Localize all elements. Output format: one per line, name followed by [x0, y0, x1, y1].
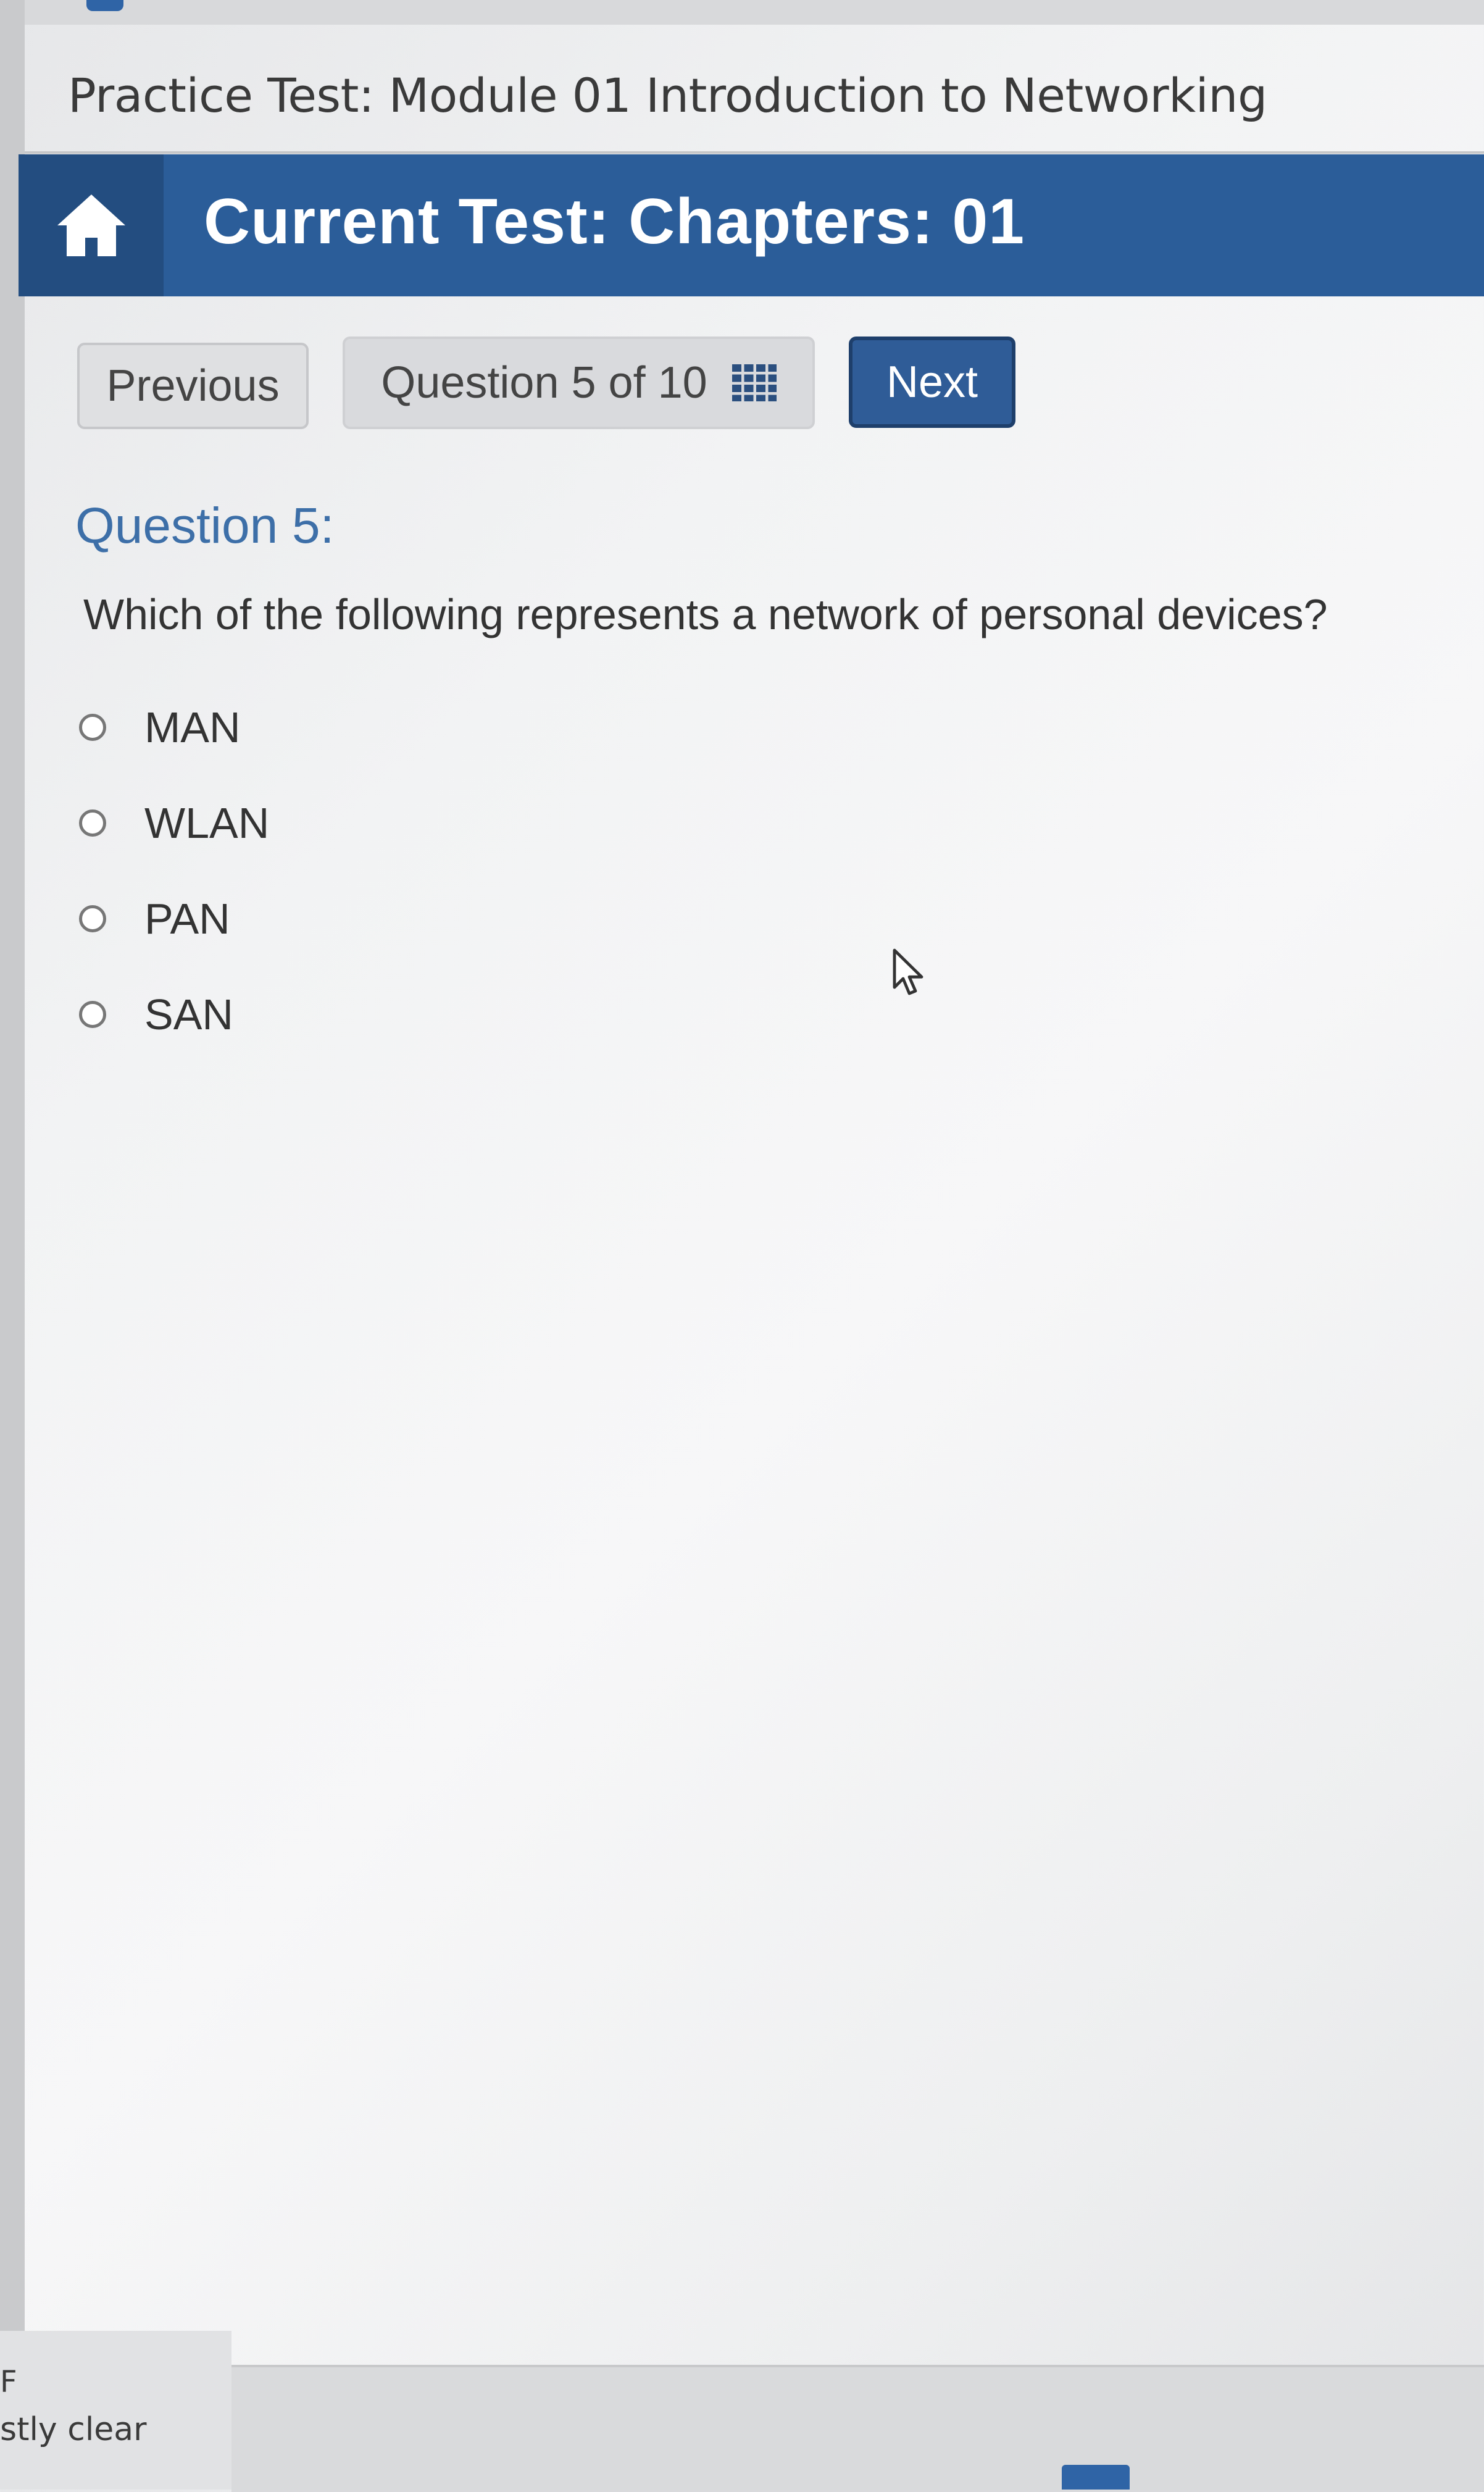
home-icon — [57, 194, 125, 256]
question-text: Which of the following represents a netw… — [83, 590, 1328, 638]
mouse-cursor-icon — [893, 948, 923, 995]
answer-option-san[interactable]: SAN — [79, 966, 820, 1062]
taskbar-app-icon[interactable] — [1062, 2465, 1130, 2490]
screen-left-edge — [0, 0, 25, 2334]
radio-button[interactable] — [79, 905, 106, 932]
answer-option-label: MAN — [144, 703, 241, 751]
current-test-title: Current Test: Chapters: 01 — [204, 186, 1025, 257]
grid-icon — [732, 364, 777, 401]
window-top-strip — [0, 0, 1484, 25]
question-counter-button[interactable]: Question 5 of 10 — [343, 337, 815, 429]
radio-button[interactable] — [79, 1000, 106, 1028]
home-button[interactable] — [19, 154, 164, 296]
next-button-label: Next — [886, 357, 978, 407]
weather-temperature-unit: F — [0, 2365, 17, 2399]
answer-options: MAN WLAN PAN SAN — [79, 679, 820, 1062]
next-button[interactable]: Next — [849, 337, 1015, 428]
radio-button[interactable] — [79, 713, 106, 741]
taskbar-weather-panel[interactable] — [0, 2331, 231, 2490]
radio-button[interactable] — [79, 809, 106, 837]
previous-button-label: Previous — [106, 361, 280, 411]
question-counter-label: Question 5 of 10 — [381, 358, 707, 408]
window-top-mark — [86, 0, 123, 11]
question-heading: Question 5: — [75, 498, 335, 554]
previous-button[interactable]: Previous — [77, 343, 309, 429]
title-divider — [25, 151, 1484, 154]
answer-option-label: WLAN — [144, 798, 270, 847]
answer-option-pan[interactable]: PAN — [79, 871, 820, 966]
weather-status: stly clear — [0, 2411, 147, 2448]
page-title: Practice Test: Module 01 Introduction to… — [68, 68, 1267, 123]
answer-option-label: PAN — [144, 894, 230, 943]
taskbar — [231, 2365, 1484, 2492]
answer-option-man[interactable]: MAN — [79, 679, 820, 775]
answer-option-wlan[interactable]: WLAN — [79, 775, 820, 871]
answer-option-label: SAN — [144, 990, 233, 1039]
